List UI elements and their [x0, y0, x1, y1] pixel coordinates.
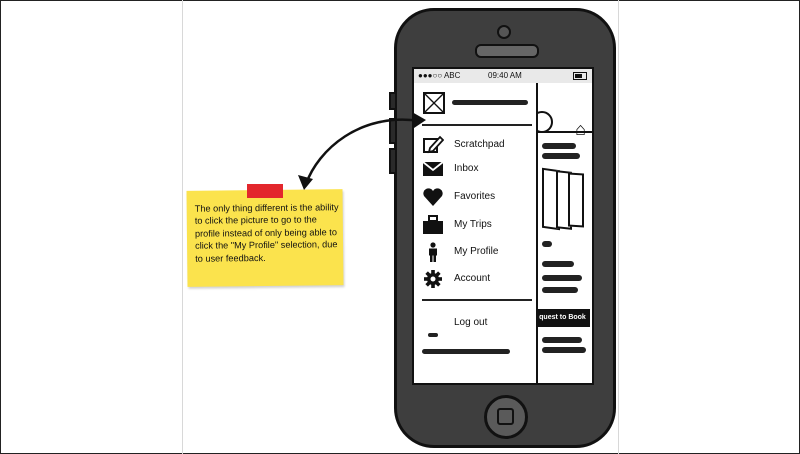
menu-label-my-trips: My Trips	[454, 219, 492, 230]
guide-line-left	[182, 0, 183, 454]
envelope-icon	[422, 161, 444, 176]
profile-picture[interactable]	[423, 92, 445, 114]
volume-up-button	[389, 118, 397, 144]
battery-icon	[573, 72, 587, 80]
menu-label-favorites: Favorites	[454, 191, 496, 202]
menu-label-account: Account	[454, 273, 491, 284]
menu-item-scratchpad[interactable]: Scratchpad	[422, 135, 532, 157]
header-divider	[538, 131, 592, 133]
heart-icon	[423, 188, 443, 206]
sticky-note-text: The only thing different is the ability …	[194, 202, 339, 264]
mute-switch	[389, 92, 397, 110]
image-card	[568, 172, 584, 228]
status-time: 09:40 AM	[488, 71, 522, 80]
sticky-note-tape	[247, 184, 283, 198]
home-icon[interactable]: ⌂	[575, 119, 586, 140]
person-icon	[429, 242, 437, 262]
menu-label-inbox: Inbox	[454, 163, 479, 174]
scribble-text	[542, 337, 582, 343]
scribble-text	[542, 347, 586, 353]
scribble-text	[428, 333, 438, 337]
phone-screen: ●●●○○ ABC 09:40 AM ⌂ quest to Book Scrat…	[412, 67, 594, 385]
image-placeholder-icon	[425, 94, 443, 112]
sticky-note: The only thing different is the ability …	[186, 189, 344, 287]
front-camera	[497, 25, 511, 39]
volume-down-button	[389, 148, 397, 174]
drawer-divider	[422, 299, 532, 301]
status-carrier: ●●●○○ ABC	[418, 71, 461, 80]
pencil-edit-icon	[423, 135, 444, 154]
side-drawer-menu: Scratchpad Inbox Favorites My Trips My P…	[414, 83, 538, 383]
menu-item-my-profile[interactable]: My Profile	[422, 242, 532, 264]
drawer-divider	[422, 124, 532, 126]
scribble-text	[542, 261, 574, 267]
scribble-text	[542, 153, 580, 159]
menu-item-account[interactable]: Account	[422, 269, 532, 291]
status-bar: ●●●○○ ABC 09:40 AM	[414, 69, 592, 83]
request-to-book-button[interactable]: quest to Book	[535, 309, 590, 327]
menu-label-my-profile: My Profile	[454, 246, 499, 257]
home-button[interactable]	[484, 395, 528, 439]
menu-item-my-trips[interactable]: My Trips	[422, 215, 532, 237]
menu-item-inbox[interactable]: Inbox	[422, 159, 532, 181]
scribble-text	[542, 287, 578, 293]
user-name-scribble	[452, 100, 528, 105]
scribble-text	[542, 241, 552, 247]
gear-icon	[424, 270, 442, 288]
guide-line-right	[618, 0, 619, 454]
menu-label-scratchpad: Scratchpad	[454, 139, 505, 150]
earpiece-speaker	[475, 44, 539, 58]
scribble-text	[542, 275, 582, 281]
menu-item-favorites[interactable]: Favorites	[422, 187, 532, 209]
scribble-text	[542, 143, 576, 149]
scribble-text	[422, 349, 510, 354]
logout-button[interactable]: Log out	[454, 317, 487, 328]
suitcase-icon	[423, 215, 443, 234]
